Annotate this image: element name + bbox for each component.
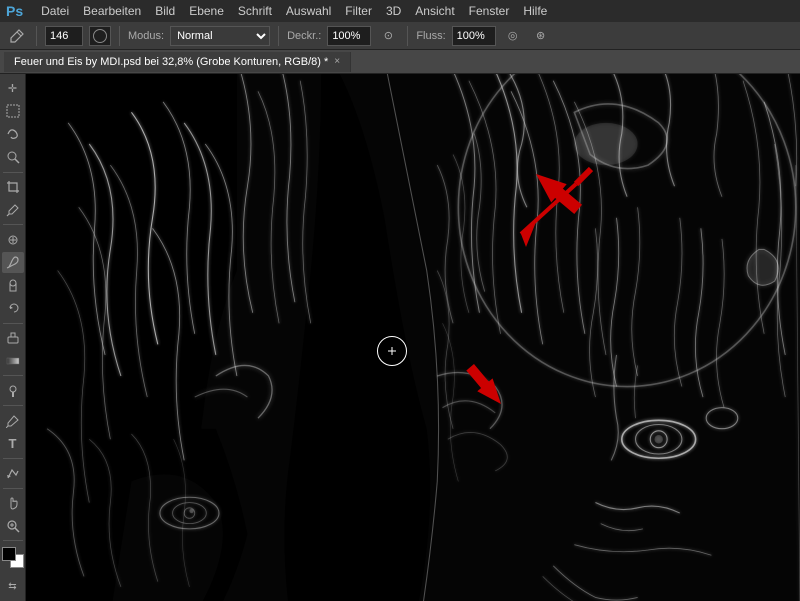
menu-bild[interactable]: Bild <box>155 4 175 18</box>
menu-ansicht[interactable]: Ansicht <box>415 4 454 18</box>
tool-sep-5 <box>3 405 23 406</box>
brush-size-input[interactable] <box>45 26 83 46</box>
canvas-area[interactable] <box>26 74 800 601</box>
pressure-opacity-icon[interactable]: ⊙ <box>377 25 399 47</box>
menubar: Ps Datei Bearbeiten Bild Ebene Schrift A… <box>0 0 800 22</box>
tab-close-button[interactable]: × <box>334 56 340 67</box>
toolbar-sep-1 <box>36 26 37 46</box>
tool-sep-6 <box>3 458 23 459</box>
menu-ebene[interactable]: Ebene <box>189 4 224 18</box>
tool-sep-8 <box>3 540 23 541</box>
toolbar-sep-3 <box>278 26 279 46</box>
tool-sep-3 <box>3 323 23 324</box>
opacity-label: Deckr.: <box>287 30 321 42</box>
tool-sep-2 <box>3 224 23 225</box>
tool-heal[interactable] <box>2 229 24 250</box>
tab-bar: Feuer und Eis by MDI.psd bei 32,8% (Grob… <box>0 50 800 74</box>
brush-tool-icon[interactable] <box>6 25 28 47</box>
tab-title: Feuer und Eis by MDI.psd bei 32,8% (Grob… <box>14 56 328 68</box>
blend-mode-select[interactable]: Normal Multiplizieren Bildschirm <box>170 26 270 46</box>
flow-input[interactable] <box>452 26 496 46</box>
switch-colors-icon[interactable]: ⇆ <box>2 576 24 597</box>
tool-quick-select[interactable] <box>2 147 24 168</box>
foreground-color-swatch[interactable] <box>2 547 16 561</box>
menu-3d[interactable]: 3D <box>386 4 401 18</box>
tool-crop[interactable] <box>2 176 24 197</box>
tool-eyedropper[interactable] <box>2 199 24 220</box>
menu-bearbeiten[interactable]: Bearbeiten <box>83 4 141 18</box>
toolbar-sep-4 <box>407 26 408 46</box>
menu-hilfe[interactable]: Hilfe <box>523 4 547 18</box>
options-toolbar: Modus: Normal Multiplizieren Bildschirm … <box>0 22 800 50</box>
opacity-input[interactable] <box>327 26 371 46</box>
menu-auswahl[interactable]: Auswahl <box>286 4 331 18</box>
ps-logo: Ps <box>6 3 23 19</box>
tool-move[interactable]: ✛ <box>2 78 24 99</box>
tool-sep-1 <box>3 172 23 173</box>
tool-dodge[interactable] <box>2 380 24 401</box>
airbrush-icon[interactable]: ◎ <box>502 25 524 47</box>
brush-shape-preview[interactable] <box>89 26 111 46</box>
tool-path-select[interactable] <box>2 463 24 484</box>
tool-brush[interactable] <box>2 252 24 273</box>
toolbox: ✛ <box>0 74 26 601</box>
tool-lasso[interactable] <box>2 124 24 145</box>
document-tab[interactable]: Feuer und Eis by MDI.psd bei 32,8% (Grob… <box>4 52 351 72</box>
tool-gradient[interactable] <box>2 350 24 371</box>
tool-stamp[interactable] <box>2 275 24 296</box>
main-area: ✛ <box>0 74 800 601</box>
tool-pen[interactable] <box>2 410 24 431</box>
tool-zoom[interactable] <box>2 516 24 537</box>
menu-datei[interactable]: Datei <box>41 4 69 18</box>
mode-label: Modus: <box>128 30 164 42</box>
menu-schrift[interactable]: Schrift <box>238 4 272 18</box>
menu-fenster[interactable]: Fenster <box>469 4 510 18</box>
tool-eraser[interactable] <box>2 328 24 349</box>
tool-history-brush[interactable] <box>2 298 24 319</box>
annotation-arrows <box>26 74 800 601</box>
menu-filter[interactable]: Filter <box>345 4 372 18</box>
flow-label: Fluss: <box>416 30 445 42</box>
tool-rect-select[interactable] <box>2 101 24 122</box>
tool-text[interactable]: T <box>2 433 24 454</box>
color-swatches[interactable] <box>2 547 24 568</box>
tool-sep-7 <box>3 488 23 489</box>
ps-canvas <box>26 74 800 601</box>
tool-hand[interactable] <box>2 493 24 514</box>
toolbar-sep-2 <box>119 26 120 46</box>
pressure-flow-icon[interactable]: ⊛ <box>530 25 552 47</box>
tool-sep-4 <box>3 375 23 376</box>
